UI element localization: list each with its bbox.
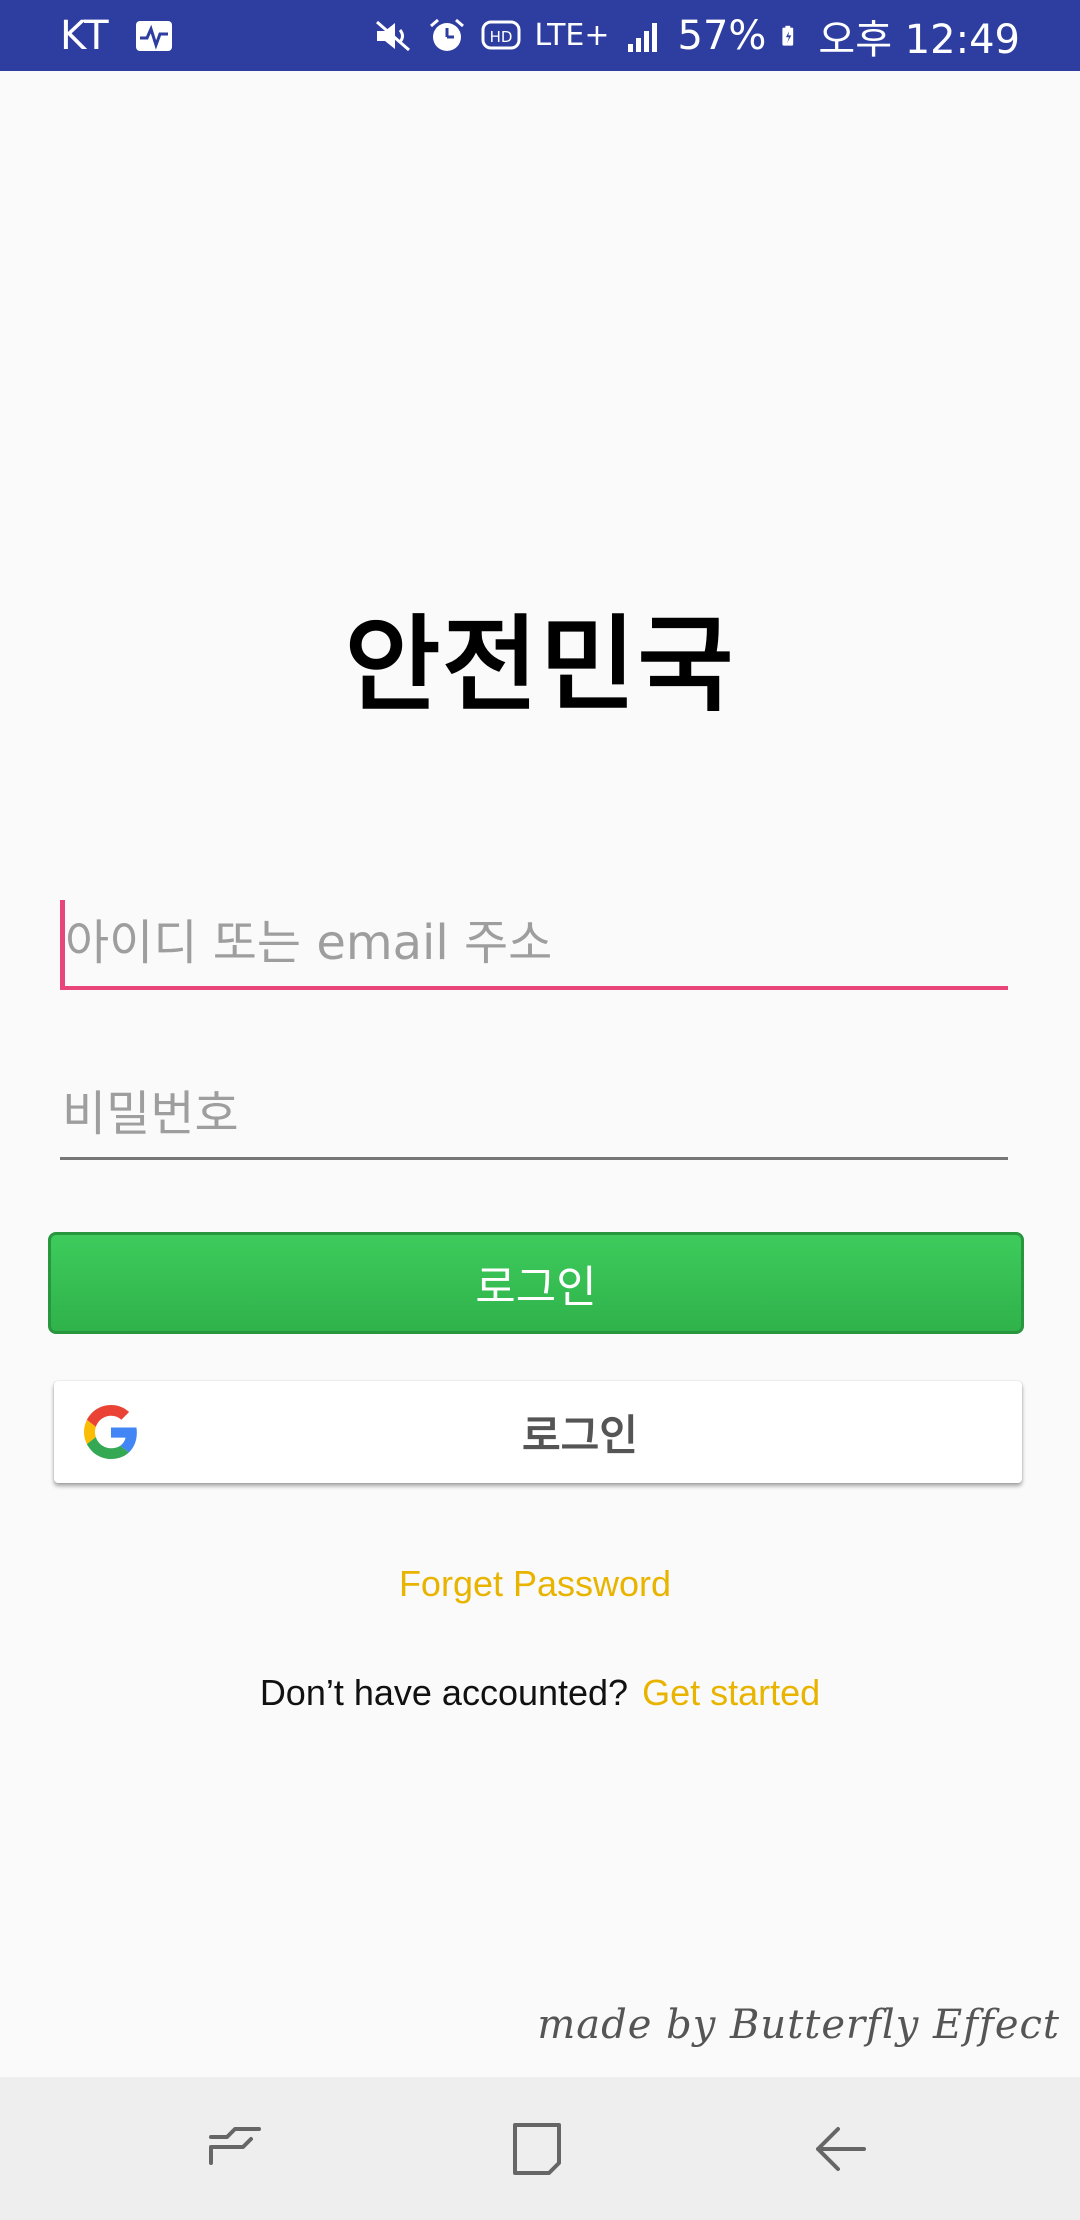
app-title: 안전민국: [344, 604, 736, 726]
status-right: HD LTE+ 57% 오후 12:49: [373, 7, 1020, 65]
svg-text:HD: HD: [489, 28, 512, 46]
google-logo-icon: [84, 1405, 137, 1459]
hd-icon: HD: [481, 20, 520, 49]
carrier-label: KT: [60, 12, 110, 59]
login-screen: KT HD LTE+ 57% 오후 12:49 안전민국 아이디 또는 emai…: [0, 0, 1080, 2220]
google-login-button[interactable]: 로그인: [54, 1381, 1022, 1483]
battery-icon: [782, 25, 794, 46]
google-login-label: 로그인: [522, 1410, 638, 1460]
login-button[interactable]: 로그인: [48, 1232, 1024, 1334]
id-email-input[interactable]: [60, 900, 1008, 990]
forget-password-link[interactable]: Forget Password: [0, 1563, 1070, 1605]
get-started-link[interactable]: Get started: [642, 1672, 820, 1713]
signup-row: Don’t have accounted? Get started: [0, 1672, 1080, 1714]
navigation-bar: [0, 2077, 1080, 2220]
no-account-text: Don’t have accounted?: [259, 1672, 629, 1713]
lte-icon: LTE+: [534, 18, 610, 53]
battery-percent: 57%: [677, 12, 767, 59]
password-input[interactable]: [60, 1070, 1008, 1160]
status-left: KT: [60, 13, 174, 59]
back-icon[interactable]: [808, 2117, 872, 2181]
status-bar: KT HD LTE+ 57% 오후 12:49: [0, 0, 1080, 71]
recents-icon[interactable]: [203, 2117, 267, 2181]
signal-icon: [627, 22, 657, 52]
alarm-icon: [429, 18, 464, 51]
login-button-label: 로그인: [475, 1262, 597, 1313]
clock: 오후 12:49: [818, 16, 1020, 63]
credit-text: made by Butterfly Effect: [537, 2002, 1060, 2048]
home-icon[interactable]: [505, 2117, 569, 2181]
activity-icon: [135, 20, 172, 51]
mute-icon: [375, 20, 410, 51]
